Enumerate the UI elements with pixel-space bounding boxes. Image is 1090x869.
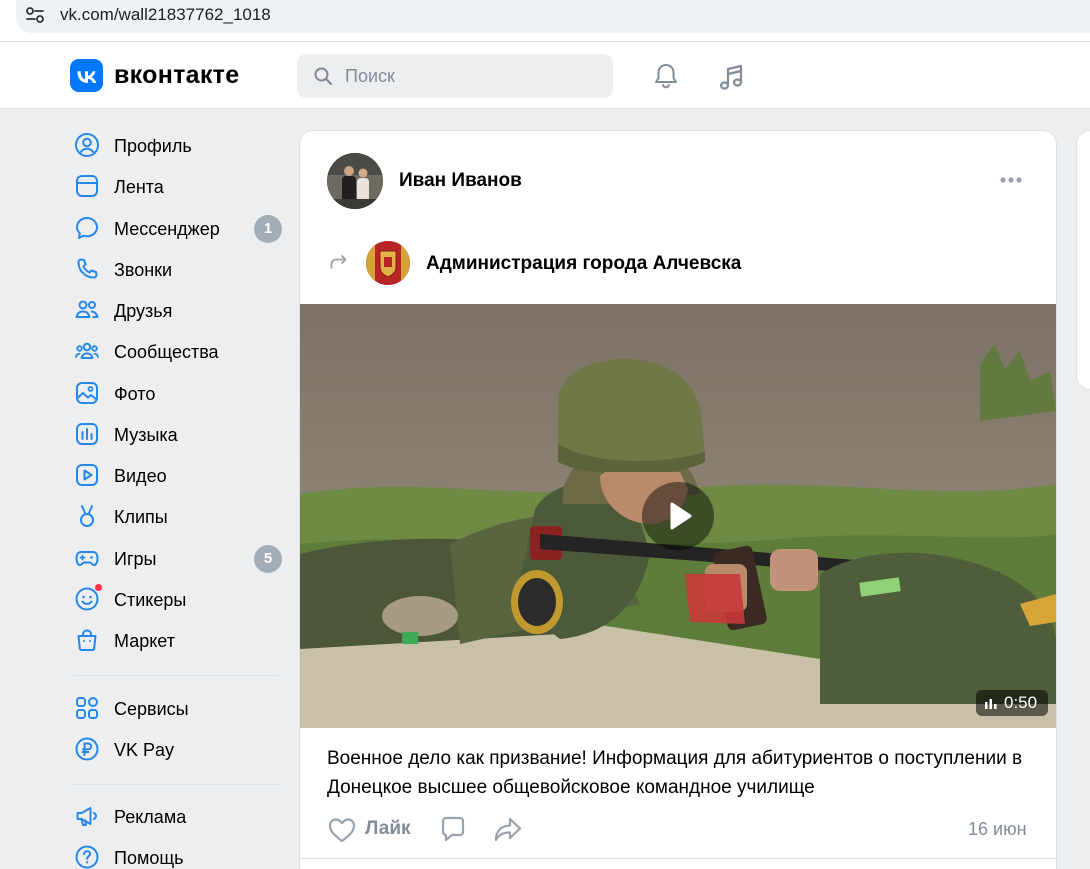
video-player[interactable]: 0:50 <box>300 304 1056 728</box>
site-info-icon[interactable] <box>24 4 46 26</box>
right-column-card <box>1076 130 1090 390</box>
vk-logo-icon[interactable] <box>70 59 103 92</box>
url-text[interactable]: vk.com/wall21837762_1018 <box>60 4 271 26</box>
post-card: Иван Иванов Администрация города Алчевск… <box>299 130 1057 869</box>
menu-label: Мессенджер <box>114 219 220 239</box>
heart-icon <box>328 818 356 843</box>
search-box[interactable] <box>297 54 613 98</box>
post-date[interactable]: 16 июн <box>968 819 1027 840</box>
group-avatar[interactable] <box>366 241 410 285</box>
megaphone-icon <box>76 807 98 826</box>
ruble-icon <box>75 737 99 761</box>
bell-icon[interactable] <box>651 61 681 91</box>
games-badge: 5 <box>254 545 282 573</box>
menu-label: Клипы <box>114 507 168 527</box>
menu-item-profile[interactable]: Профиль <box>70 127 290 163</box>
menu-item-market[interactable]: Маркет <box>70 622 290 658</box>
music-chart-icon <box>76 423 98 445</box>
menu-item-clips[interactable]: Клипы <box>70 498 290 534</box>
help-icon <box>75 845 99 869</box>
post-text: Военное дело как призвание! Информация д… <box>327 748 1023 798</box>
search-input[interactable] <box>345 54 595 98</box>
video-duration: 0:50 <box>976 690 1048 716</box>
menu-label: Друзья <box>114 301 173 321</box>
comment-icon[interactable] <box>439 815 467 843</box>
share-icon[interactable] <box>493 815 523 843</box>
notification-dot <box>94 583 103 592</box>
like-label: Лайк <box>365 818 411 839</box>
duration-text: 0:50 <box>1004 693 1038 712</box>
menu-item-friends[interactable]: Друзья <box>70 292 290 328</box>
search-icon <box>314 67 333 86</box>
clips-icon <box>80 505 94 527</box>
menu-separator <box>74 784 278 785</box>
communities-icon <box>75 342 99 359</box>
source-group-name[interactable]: Администрация города Алчевска <box>426 253 741 275</box>
menu-label: Лента <box>114 177 164 197</box>
friends-icon <box>75 300 99 318</box>
menu-label: Звонки <box>114 260 173 280</box>
menu-item-games[interactable]: Игры 5 <box>70 540 290 576</box>
unread-badge: 1 <box>254 215 282 243</box>
vk-logo-text[interactable]: вконтакте <box>114 60 239 90</box>
menu-separator <box>74 675 278 676</box>
play-button[interactable] <box>642 482 714 550</box>
play-icon <box>670 502 692 530</box>
menu-label: Стикеры <box>114 590 187 610</box>
author-avatar[interactable] <box>327 153 383 209</box>
like-button[interactable]: Лайк <box>327 814 417 844</box>
grid-icon <box>76 697 98 719</box>
menu-label: VK Pay <box>114 740 175 760</box>
card-divider <box>300 858 1056 859</box>
menu-item-stickers[interactable]: Стикеры <box>70 581 290 617</box>
messenger-icon <box>76 217 98 239</box>
menu-item-ads[interactable]: Реклама <box>70 798 290 834</box>
menu-item-photos[interactable]: Фото <box>70 375 290 411</box>
menu-item-vkpay[interactable]: VK Pay <box>70 731 290 767</box>
photo-icon <box>76 382 98 404</box>
feed-icon <box>76 175 98 197</box>
menu-label: Реклама <box>114 807 187 827</box>
volume-bars-icon <box>985 699 997 709</box>
menu-item-feed[interactable]: Лента <box>70 168 290 204</box>
menu-label: Маркет <box>114 631 175 651</box>
menu-label: Сервисы <box>114 699 189 719</box>
more-options-icon[interactable] <box>998 173 1028 187</box>
menu-label: Профиль <box>114 136 192 156</box>
menu-item-communities[interactable]: Сообщества <box>70 333 290 369</box>
gamepad-icon <box>75 551 99 566</box>
music-note-icon[interactable] <box>716 61 748 93</box>
menu-label: Музыка <box>114 425 178 445</box>
browser-address-bar: vk.com/wall21837762_1018 <box>0 0 1090 42</box>
author-name[interactable]: Иван Иванов <box>399 170 522 192</box>
menu-label: Фото <box>114 384 156 404</box>
repost-icon <box>330 255 347 269</box>
menu-label: Видео <box>114 466 167 486</box>
menu-item-services[interactable]: Сервисы <box>70 690 290 726</box>
vk-header: вконтакте <box>0 42 1090 109</box>
menu-label: Игры <box>114 549 157 569</box>
menu-item-help[interactable]: Помощь <box>70 839 290 869</box>
menu-item-calls[interactable]: Звонки <box>70 251 290 287</box>
menu-label: Сообщества <box>114 342 219 362</box>
menu-label: Помощь <box>114 848 184 868</box>
bag-icon <box>77 629 97 651</box>
menu-item-video[interactable]: Видео <box>70 457 290 493</box>
phone-icon <box>77 258 98 279</box>
video-icon <box>76 464 98 486</box>
menu-item-messenger[interactable]: Мессенджер 1 <box>70 210 290 246</box>
profile-icon <box>75 133 99 157</box>
menu-item-music[interactable]: Музыка <box>70 416 290 452</box>
